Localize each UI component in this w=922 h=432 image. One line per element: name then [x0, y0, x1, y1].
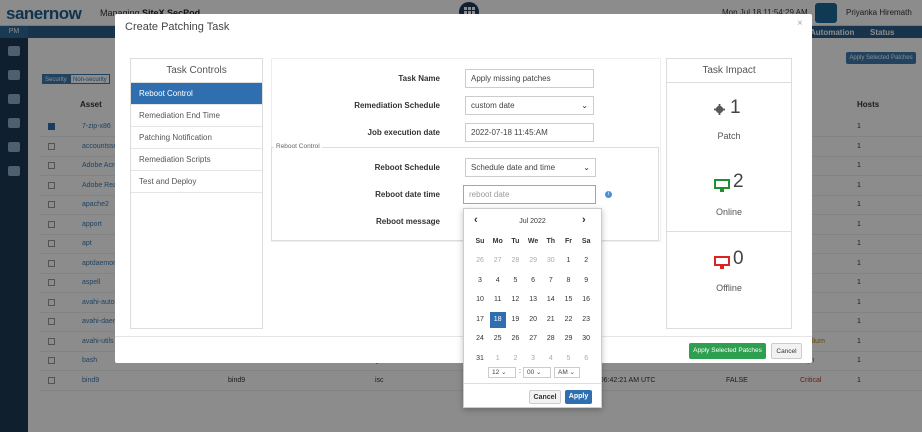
- offline-label: Offline: [716, 283, 742, 293]
- calendar-day[interactable]: 24: [472, 331, 488, 347]
- calendar-day[interactable]: 2: [578, 253, 594, 269]
- hour-select[interactable]: 12 ⌄: [488, 367, 516, 378]
- calendar-day[interactable]: 18: [489, 311, 506, 328]
- calendar-day[interactable]: 30: [543, 253, 559, 269]
- ampm-select[interactable]: AM ⌄: [554, 367, 580, 378]
- calendar-day[interactable]: 31: [472, 351, 488, 367]
- calendar-footer-divider: [464, 383, 601, 384]
- cancel-button[interactable]: Cancel: [771, 343, 802, 359]
- remediation-schedule-label: Remediation Schedule: [354, 101, 440, 110]
- calendar-day[interactable]: 26: [507, 331, 523, 347]
- calendar-day[interactable]: 4: [543, 351, 559, 367]
- calendar-day[interactable]: 9: [578, 273, 594, 289]
- close-icon[interactable]: ×: [797, 18, 803, 29]
- info-icon[interactable]: i: [605, 191, 612, 198]
- calendar-day[interactable]: 2: [507, 351, 523, 367]
- calendar-day[interactable]: 1: [561, 253, 577, 269]
- calendar-day[interactable]: 12: [507, 292, 523, 308]
- monitor-online-icon: [714, 179, 730, 192]
- calendar-day[interactable]: 8: [561, 273, 577, 289]
- task-name-label: Task Name: [398, 74, 440, 83]
- job-execution-date-label: Job execution date: [367, 128, 440, 137]
- calendar-day[interactable]: 7: [543, 273, 559, 289]
- calendar-day[interactable]: 3: [472, 273, 488, 289]
- patch-label: Patch: [717, 131, 741, 141]
- chevron-down-icon: ⌄: [581, 101, 588, 110]
- calendar-day[interactable]: 29: [561, 331, 577, 347]
- weekday-header: Th: [546, 238, 556, 245]
- calendar-day[interactable]: 29: [525, 253, 541, 269]
- apply-selected-patches-button[interactable]: Apply Selected Patches: [689, 343, 766, 359]
- tc-remediation-scripts[interactable]: Remediation Scripts: [131, 149, 262, 171]
- calendar-day[interactable]: 5: [561, 351, 577, 367]
- patch-count: 1: [730, 97, 741, 118]
- task-controls-panel: Task Controls Reboot Control Remediation…: [130, 58, 263, 329]
- modal-title: Create Patching Task: [125, 21, 230, 33]
- gear-icon: [714, 104, 725, 115]
- task-name-input[interactable]: Apply missing patches: [465, 69, 594, 88]
- calendar-apply-button[interactable]: Apply: [565, 390, 592, 404]
- tc-patching-notification[interactable]: Patching Notification: [131, 127, 262, 149]
- weekday-header: We: [527, 238, 539, 245]
- weekday-header: Tu: [511, 238, 520, 245]
- weekday-header: Sa: [581, 238, 591, 245]
- calendar-day[interactable]: 5: [507, 273, 523, 289]
- calendar-day[interactable]: 6: [578, 351, 594, 367]
- calendar-day[interactable]: 13: [525, 292, 541, 308]
- reboot-control-legend: Reboot Control: [274, 143, 322, 150]
- calendar-day[interactable]: 15: [561, 292, 577, 308]
- task-impact-panel: Task Impact 1 Patch 2 Online 0 Offline: [666, 58, 792, 329]
- remediation-schedule-select[interactable]: custom date ⌄: [465, 96, 594, 115]
- date-picker: ‹ Jul 2022 › Su Mo Tu We Th Fr Sa 26 27 28 29 30 1 2 3…: [463, 208, 602, 408]
- online-count: 2: [733, 171, 744, 192]
- calendar-day[interactable]: 21: [543, 312, 559, 328]
- next-month-icon[interactable]: ›: [582, 214, 586, 226]
- calendar-day[interactable]: 28: [507, 253, 523, 269]
- calendar-day[interactable]: 16: [578, 292, 594, 308]
- chevron-down-icon: ⌄: [583, 163, 590, 172]
- calendar-day[interactable]: 3: [525, 351, 541, 367]
- calendar-day[interactable]: 10: [472, 292, 488, 308]
- reboot-date-time-label: Reboot date time: [375, 190, 440, 199]
- calendar-day[interactable]: 26: [472, 253, 488, 269]
- task-controls-heading: Task Controls: [131, 59, 262, 83]
- calendar-day[interactable]: 20: [525, 312, 541, 328]
- calendar-day[interactable]: 27: [490, 253, 506, 269]
- month-label: Jul 2022: [519, 218, 546, 225]
- calendar-day[interactable]: 28: [543, 331, 559, 347]
- weekday-header: Mo: [492, 238, 503, 245]
- monitor-offline-icon: [714, 256, 730, 269]
- task-impact-heading: Task Impact: [667, 59, 791, 83]
- reboot-schedule-label: Reboot Schedule: [374, 163, 440, 172]
- calendar-day[interactable]: 1: [490, 351, 506, 367]
- weekday-header: Su: [475, 238, 485, 245]
- calendar-day[interactable]: 25: [490, 331, 506, 347]
- offline-count: 0: [733, 248, 744, 269]
- calendar-day[interactable]: 17: [472, 312, 488, 328]
- calendar-day[interactable]: 14: [543, 292, 559, 308]
- tc-reboot-control[interactable]: Reboot Control: [131, 83, 262, 105]
- calendar-day[interactable]: 19: [507, 312, 523, 328]
- calendar-cancel-button[interactable]: Cancel: [529, 390, 561, 404]
- calendar-day[interactable]: 27: [525, 331, 541, 347]
- time-separator: :: [519, 368, 521, 375]
- reboot-schedule-select[interactable]: Schedule date and time ⌄: [465, 158, 596, 177]
- calendar-day[interactable]: 4: [490, 273, 506, 289]
- calendar-day[interactable]: 6: [525, 273, 541, 289]
- weekday-header: Fr: [565, 238, 572, 245]
- minute-select[interactable]: 00 ⌄: [523, 367, 551, 378]
- impact-divider: [667, 231, 791, 232]
- calendar-day[interactable]: 11: [490, 292, 506, 308]
- job-execution-date-input[interactable]: 2022-07-18 11:45:AM: [465, 123, 594, 142]
- tc-test-and-deploy[interactable]: Test and Deploy: [131, 171, 262, 193]
- tc-remediation-end-time[interactable]: Remediation End Time: [131, 105, 262, 127]
- online-label: Online: [715, 207, 742, 217]
- calendar-day[interactable]: 30: [578, 331, 594, 347]
- reboot-date-input[interactable]: reboot date: [463, 185, 596, 204]
- reboot-message-label: Reboot message: [375, 217, 440, 226]
- calendar-day[interactable]: 22: [561, 312, 577, 328]
- calendar-day[interactable]: 23: [578, 312, 594, 328]
